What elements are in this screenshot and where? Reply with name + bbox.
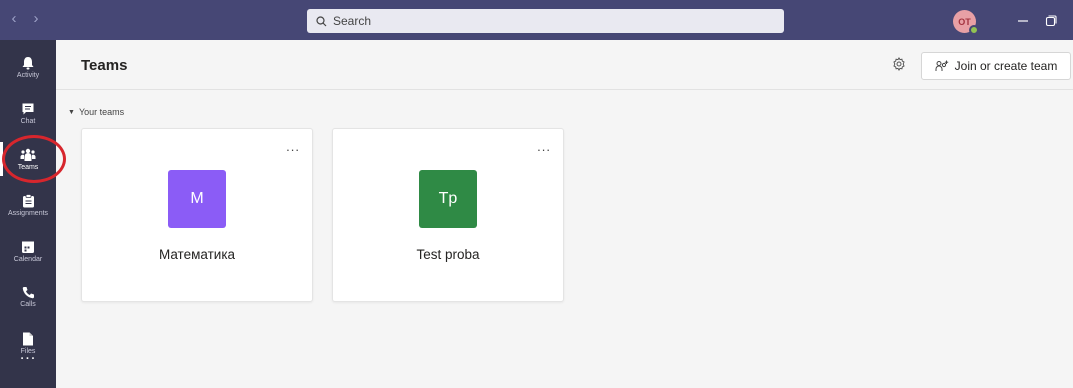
rail-label: Teams [17, 163, 39, 171]
phone-icon [22, 287, 34, 299]
team-card[interactable]: ... M Математика [81, 128, 313, 302]
rail-item-assignments[interactable]: Assignments [0, 182, 56, 228]
minimize-icon [1018, 20, 1028, 22]
chat-icon [22, 103, 34, 114]
nav-arrows: ‹ › [9, 10, 41, 27]
status-available-icon [969, 25, 979, 35]
team-name: Test proba [416, 247, 480, 262]
bell-icon [22, 56, 34, 69]
rail-label: Assignments [7, 209, 49, 217]
page-title: Teams [81, 57, 128, 74]
team-avatar: Tp [419, 170, 477, 228]
rail-item-calendar[interactable]: Calendar [0, 228, 56, 274]
title-bar: ‹ › Search OT [0, 0, 1073, 40]
rail-item-chat[interactable]: Chat [0, 90, 56, 136]
team-name: Математика [158, 247, 236, 262]
chevron-left-icon[interactable]: ‹ [9, 10, 19, 27]
minimize-button[interactable] [1012, 10, 1034, 32]
avatar[interactable]: OT [953, 10, 979, 35]
rail-item-teams[interactable]: Teams [0, 136, 56, 182]
join-button-label: Join or create team [954, 59, 1058, 73]
rail-label: Activity [16, 71, 40, 79]
maximize-button[interactable] [1040, 10, 1062, 32]
team-initials: M [190, 190, 204, 207]
avatar-initials: OT [958, 16, 971, 27]
add-team-icon [935, 60, 948, 71]
section-label: Your teams [78, 107, 125, 117]
search-input[interactable]: Search [307, 9, 784, 33]
rail-label: Calendar [13, 255, 43, 263]
chevron-right-icon[interactable]: › [31, 10, 41, 27]
app-rail: Activity Chat Teams Assignments Calendar… [0, 40, 56, 388]
teams-icon [20, 148, 36, 161]
page-header: Teams Join or create team [56, 40, 1073, 90]
team-avatar: M [168, 170, 226, 228]
file-icon [23, 332, 33, 345]
search-icon [316, 15, 327, 26]
settings-button[interactable] [892, 57, 906, 76]
rail-item-calls[interactable]: Calls [0, 274, 56, 320]
rail-item-activity[interactable]: Activity [0, 44, 56, 90]
team-initials: Tp [438, 190, 458, 207]
calendar-icon [22, 241, 34, 253]
more-options-button[interactable]: ... [537, 139, 551, 154]
rail-label: Chat [20, 117, 36, 125]
search-placeholder: Search [333, 14, 372, 28]
caret-down-icon: ▼ [68, 108, 75, 116]
assignments-icon [22, 193, 34, 207]
restore-icon [1045, 15, 1057, 27]
more-options-button[interactable]: ... [286, 139, 300, 154]
join-or-create-team-button[interactable]: Join or create team [921, 52, 1071, 80]
your-teams-toggle[interactable]: ▼ Your teams [68, 107, 124, 117]
team-card[interactable]: ... Tp Test proba [332, 128, 564, 302]
more-apps-button[interactable]: ... [0, 346, 56, 364]
rail-label: Calls [20, 301, 36, 308]
gear-icon [893, 57, 905, 71]
